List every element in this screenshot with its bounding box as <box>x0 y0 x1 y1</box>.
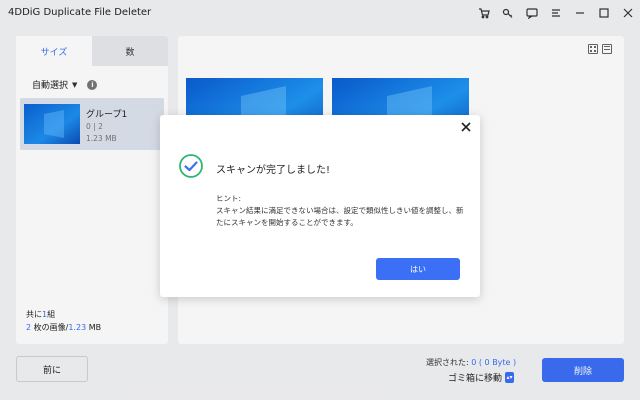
hint-text: スキャン結果に満足できない場合は、設定で類似性しきい値を調整し、新たにスキャンを… <box>216 206 464 227</box>
scan-complete-dialog: スキャンが完了しました! ヒント: スキャン結果に満足できない場合は、設定で類似… <box>160 115 480 297</box>
ok-button[interactable]: はい <box>376 258 460 280</box>
dialog-hint: ヒント: スキャン結果に満足できない場合は、設定で類似性しきい値を調整し、新たに… <box>216 193 466 229</box>
dialog-title: スキャンが完了しました! <box>216 165 331 176</box>
close-icon[interactable] <box>460 121 472 133</box>
hint-label: ヒント: <box>216 194 242 203</box>
check-circle-icon <box>179 154 203 178</box>
